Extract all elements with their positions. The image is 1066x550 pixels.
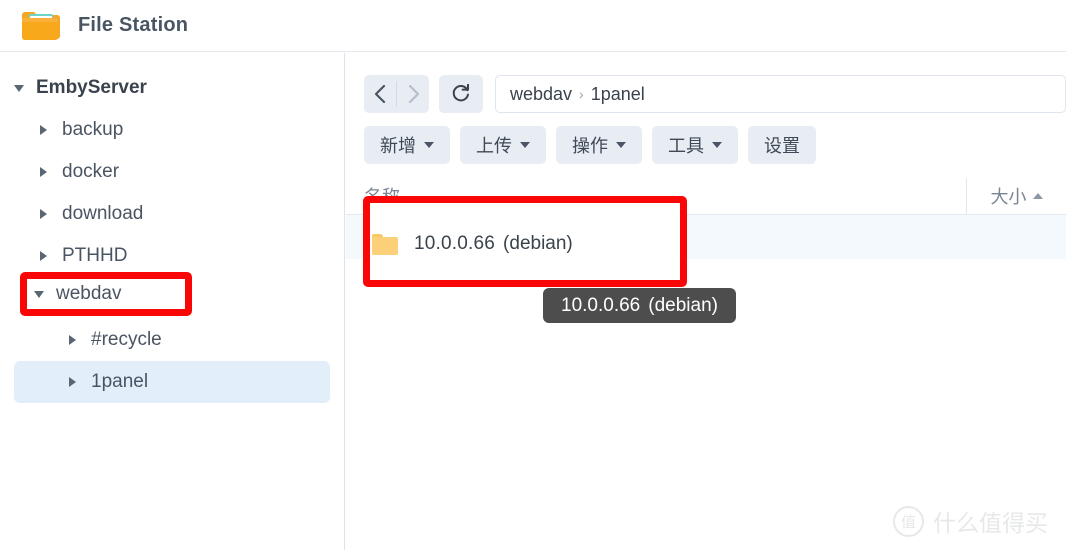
file-table: 名称 大小 10.0.0.66 (debian)	[346, 178, 1066, 259]
sort-ascending-icon	[1032, 193, 1043, 199]
table-row[interactable]: 10.0.0.66 (debian)	[346, 215, 1066, 259]
file-name-suffix: (debian)	[495, 226, 565, 247]
new-button-label: 新增	[380, 136, 416, 156]
sidebar-item-download[interactable]: download	[14, 193, 330, 235]
tools-button-label: 工具	[668, 136, 704, 156]
chevron-down-icon	[616, 142, 626, 148]
action-button-label: 操作	[572, 136, 608, 156]
chevron-right-icon[interactable]	[69, 334, 81, 346]
forward-button[interactable]	[397, 75, 429, 113]
toolbar: 新增 上传 操作 工具 设置	[346, 113, 1066, 164]
table-header-row: 名称 大小	[346, 178, 1066, 215]
chevron-down-icon	[520, 142, 530, 148]
chevron-right-icon[interactable]	[40, 208, 52, 220]
breadcrumb-item-webdav[interactable]: webdav	[510, 84, 572, 105]
upload-button[interactable]: 上传	[460, 126, 546, 164]
chevron-down-icon[interactable]	[14, 82, 26, 94]
upload-button-label: 上传	[476, 136, 512, 156]
settings-button[interactable]: 设置	[748, 126, 816, 164]
folder-icon	[364, 226, 390, 248]
chevron-down-icon[interactable]	[40, 292, 52, 304]
tooltip-suffix: (debian)	[648, 294, 718, 316]
sidebar-item-label: #recycle	[91, 329, 162, 350]
file-name: 10.0.0.66	[406, 226, 488, 247]
settings-button-label: 设置	[764, 136, 800, 156]
sidebar-item-label: PTHHD	[62, 245, 128, 266]
chevron-left-icon	[374, 84, 385, 104]
sidebar-item-label: webdav	[62, 287, 128, 308]
tooltip-name: 10.0.0.66	[561, 294, 641, 316]
chevron-right-icon[interactable]	[69, 376, 81, 388]
watermark-text: 什么值得买	[933, 510, 1048, 536]
chevron-right-icon[interactable]	[40, 124, 52, 136]
column-header-size-label: 大小	[990, 187, 1027, 207]
sidebar-item-docker[interactable]: docker	[14, 151, 330, 193]
folder-icon	[20, 9, 60, 43]
column-header-name[interactable]: 名称	[346, 183, 966, 209]
sidebar-item-label: EmbyServer	[36, 77, 147, 98]
sidebar-item-label: docker	[62, 161, 120, 182]
sidebar-item-webdav[interactable]: webdav	[14, 277, 330, 319]
sidebar-item-label: backup	[62, 119, 124, 140]
chevron-right-icon	[408, 84, 419, 104]
navigation-bar: webdav › 1panel	[346, 53, 1066, 113]
breadcrumb-item-1panel[interactable]: 1panel	[591, 84, 645, 105]
watermark: 值 什么值得买	[893, 504, 1048, 538]
sidebar-item-1panel[interactable]: 1panel	[14, 361, 330, 403]
sidebar-item-recycle[interactable]: #recycle	[14, 319, 330, 361]
refresh-button[interactable]	[439, 75, 483, 113]
sidebar-item-label: 1panel	[91, 371, 149, 392]
page-title: File Station	[78, 14, 189, 36]
sidebar-item-pthhd[interactable]: PTHHD	[14, 235, 330, 277]
new-button[interactable]: 新增	[364, 126, 450, 164]
refresh-icon	[452, 84, 469, 102]
breadcrumb[interactable]: webdav › 1panel	[495, 75, 1066, 113]
sidebar: EmbyServer backup docker download PTHHD …	[0, 53, 345, 550]
back-button[interactable]	[364, 75, 396, 113]
breadcrumb-separator: ›	[579, 86, 584, 102]
sidebar-item-embyserver[interactable]: EmbyServer	[14, 67, 330, 109]
chevron-right-icon[interactable]	[40, 166, 52, 178]
watermark-badge: 值	[893, 505, 924, 537]
folder-tree: EmbyServer backup docker download PTHHD …	[0, 53, 344, 403]
chevron-right-icon[interactable]	[40, 250, 52, 262]
action-button[interactable]: 操作	[556, 126, 642, 164]
chevron-down-icon	[712, 142, 722, 148]
history-buttons	[364, 75, 429, 113]
app-header: File Station	[0, 0, 1066, 52]
sidebar-item-label: download	[62, 203, 144, 224]
column-header-size[interactable]: 大小	[966, 178, 1066, 214]
tooltip: 10.0.0.66 (debian)	[543, 288, 736, 323]
tools-button[interactable]: 工具	[652, 126, 738, 164]
sidebar-item-backup[interactable]: backup	[14, 109, 330, 151]
chevron-down-icon	[424, 142, 434, 148]
